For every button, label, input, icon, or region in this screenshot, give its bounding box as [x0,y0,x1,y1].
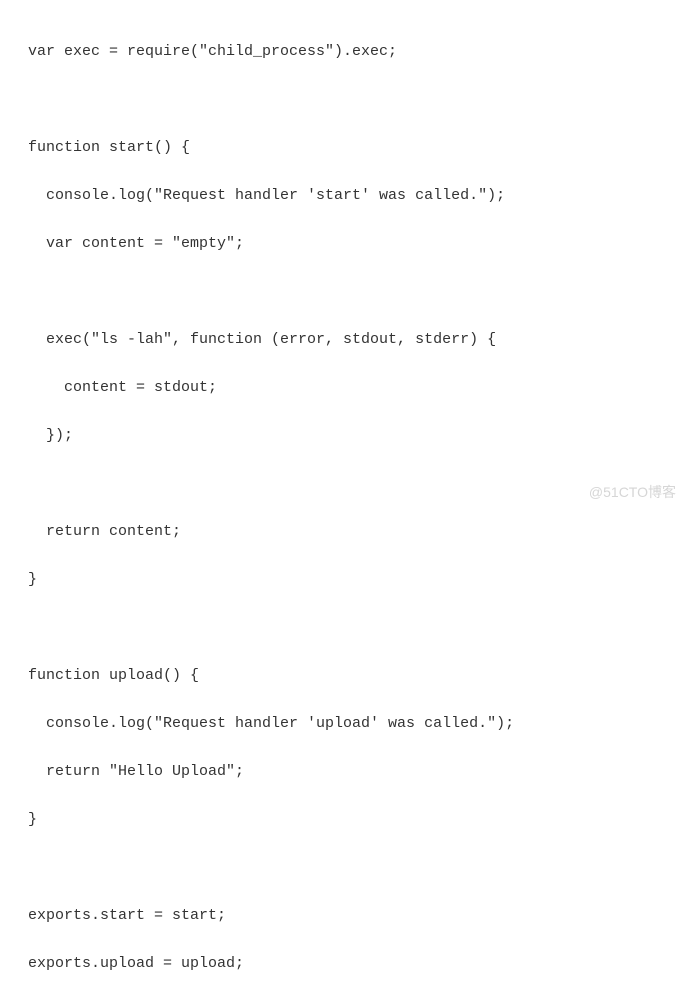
code-line: function upload() { [28,664,662,688]
code-line: }); [28,424,662,448]
code-line: exports.start = start; [28,904,662,928]
code-line: var content = "empty"; [28,232,662,256]
code-line: console.log("Request handler 'upload' wa… [28,712,662,736]
code-line [28,616,662,640]
code-line [28,88,662,112]
code-line: var exec = require("child_process").exec… [28,40,662,64]
code-line [28,280,662,304]
code-line: return "Hello Upload"; [28,760,662,784]
code-line: return content; [28,520,662,544]
code-line: content = stdout; [28,376,662,400]
code-line: } [28,808,662,832]
code-line: exec("ls -lah", function (error, stdout,… [28,328,662,352]
code-line [28,856,662,880]
code-block: var exec = require("child_process").exec… [28,16,662,1000]
code-line: exports.upload = upload; [28,952,662,976]
watermark: @51CTO博客 [589,481,676,503]
code-line: } [28,568,662,592]
code-line: console.log("Request handler 'start' was… [28,184,662,208]
code-line [28,472,662,496]
code-line: function start() { [28,136,662,160]
